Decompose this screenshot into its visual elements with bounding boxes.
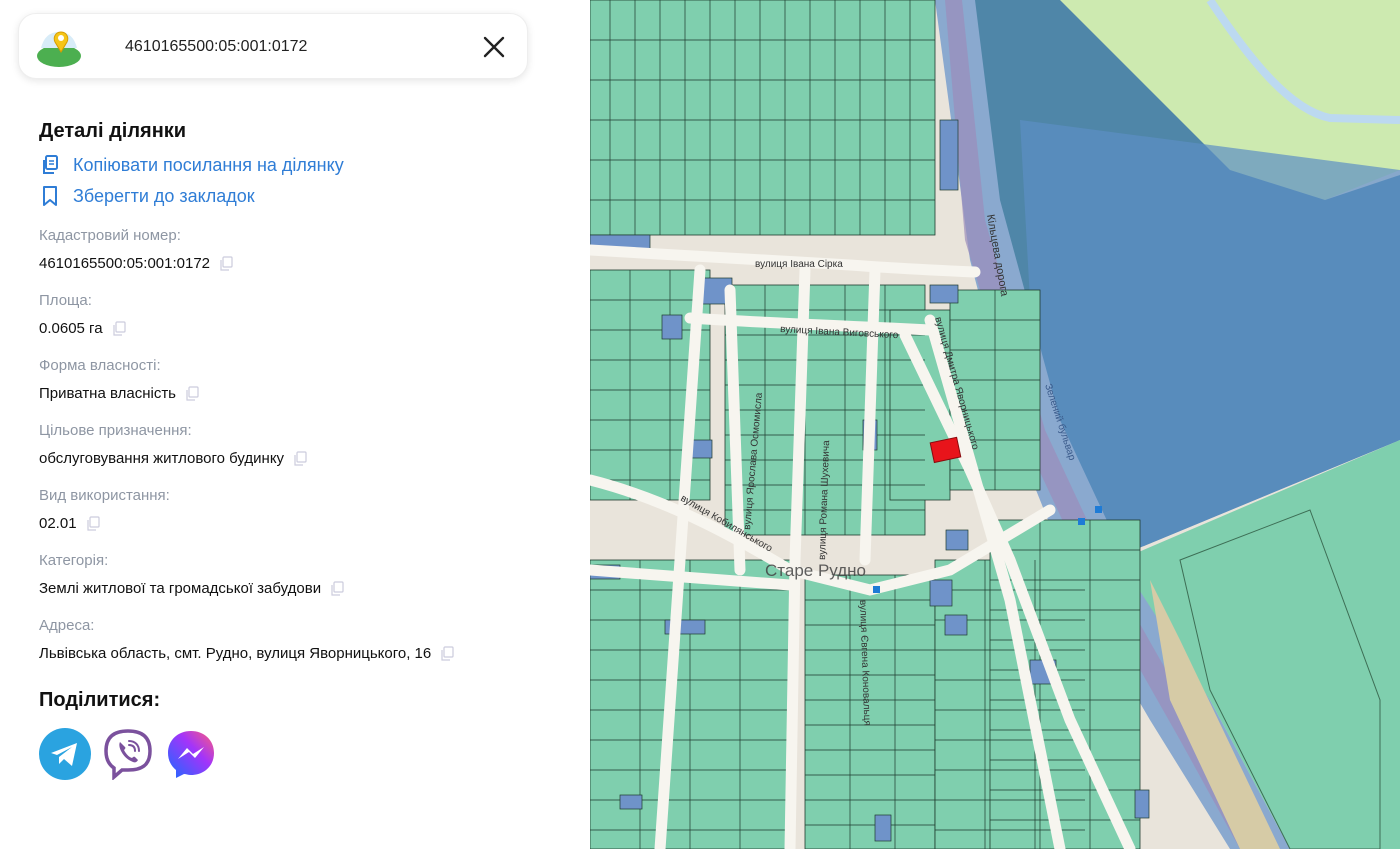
- map-canvas[interactable]: вулиця Івана Сірка вулиця Івана Виговськ…: [590, 0, 1400, 849]
- copy-link-label: Копіювати посилання на ділянку: [73, 154, 344, 175]
- copy-icon[interactable]: [111, 320, 127, 337]
- cadastral-map[interactable]: вулиця Івана Сірка вулиця Івана Виговськ…: [590, 0, 1400, 849]
- field-value: обслуговування житлового будинку: [39, 450, 285, 467]
- field-label: Площа:: [39, 292, 92, 309]
- close-icon[interactable]: [479, 32, 509, 62]
- field-value-row: обслуговування житлового будинку: [39, 450, 579, 467]
- field-value: Приватна власність: [39, 385, 176, 402]
- map-marker[interactable]: [1078, 518, 1085, 525]
- copy-icon: [43, 155, 58, 174]
- field-ownership: Форма власності: Приватна власність: [39, 357, 579, 402]
- field-category: Категорія: Землі житлової та громадської…: [39, 552, 579, 597]
- copy-icon[interactable]: [439, 645, 455, 662]
- parcel-details: Деталі ділянки Копіювати посилання на ді…: [39, 120, 579, 780]
- field-value: Землі житлової та громадської забудови: [39, 580, 322, 597]
- field-value: 0.0605 га: [39, 320, 103, 337]
- details-panel: 4610165500:05:001:0172 Деталі ділянки Ко…: [0, 0, 590, 849]
- search-bar[interactable]: 4610165500:05:001:0172: [18, 13, 528, 79]
- copy-icon[interactable]: [292, 450, 308, 467]
- field-cadastral-number: Кадастровий номер: 4610165500:05:001:017…: [39, 227, 579, 272]
- field-value-row: Приватна власність: [39, 385, 579, 402]
- field-label: Адреса:: [39, 617, 95, 634]
- bookmark-icon: [43, 186, 57, 206]
- field-value: Львівська область, смт. Рудно, вулиця Яв…: [39, 645, 432, 662]
- field-value-row: 02.01: [39, 515, 579, 532]
- share-buttons: [39, 728, 579, 780]
- details-title: Деталі ділянки: [39, 120, 187, 142]
- field-value: 4610165500:05:001:0172: [39, 255, 211, 272]
- bookmark-label: Зберегти до закладок: [73, 185, 255, 206]
- field-label: Категорія:: [39, 552, 109, 569]
- app-logo-icon: [37, 31, 81, 67]
- field-value: 02.01: [39, 515, 77, 532]
- field-area: Площа: 0.0605 га: [39, 292, 579, 337]
- place-label: Старе Рудно: [765, 561, 866, 580]
- field-value-row: Землі житлової та громадської забудови: [39, 580, 579, 597]
- share-title: Поділитися:: [39, 689, 161, 711]
- copy-icon[interactable]: [85, 515, 101, 532]
- search-query[interactable]: 4610165500:05:001:0172: [125, 38, 307, 56]
- field-value-row: Львівська область, смт. Рудно, вулиця Яв…: [39, 645, 579, 662]
- messenger-icon[interactable]: [165, 728, 217, 780]
- field-address: Адреса: Львівська область, смт. Рудно, в…: [39, 617, 579, 662]
- viber-icon[interactable]: [102, 728, 154, 780]
- field-value-row: 4610165500:05:001:0172: [39, 255, 579, 272]
- map-marker[interactable]: [873, 586, 880, 593]
- field-label: Цільове призначення:: [39, 422, 192, 439]
- copy-icon[interactable]: [329, 580, 345, 597]
- map-marker[interactable]: [1095, 506, 1102, 513]
- field-label: Форма власності:: [39, 357, 161, 374]
- copy-link-button[interactable]: Копіювати посилання на ділянку: [39, 154, 579, 176]
- copy-icon[interactable]: [184, 385, 200, 402]
- field-value-row: 0.0605 га: [39, 320, 579, 337]
- bookmark-button[interactable]: Зберегти до закладок: [39, 185, 579, 207]
- field-label: Вид використання:: [39, 487, 170, 504]
- street-label: вулиця Івана Сірка: [755, 259, 843, 270]
- copy-icon[interactable]: [218, 255, 234, 272]
- field-usage-type: Вид використання: 02.01: [39, 487, 579, 532]
- field-purpose: Цільове призначення: обслуговування житл…: [39, 422, 579, 467]
- field-label: Кадастровий номер:: [39, 227, 181, 244]
- telegram-icon[interactable]: [39, 728, 91, 780]
